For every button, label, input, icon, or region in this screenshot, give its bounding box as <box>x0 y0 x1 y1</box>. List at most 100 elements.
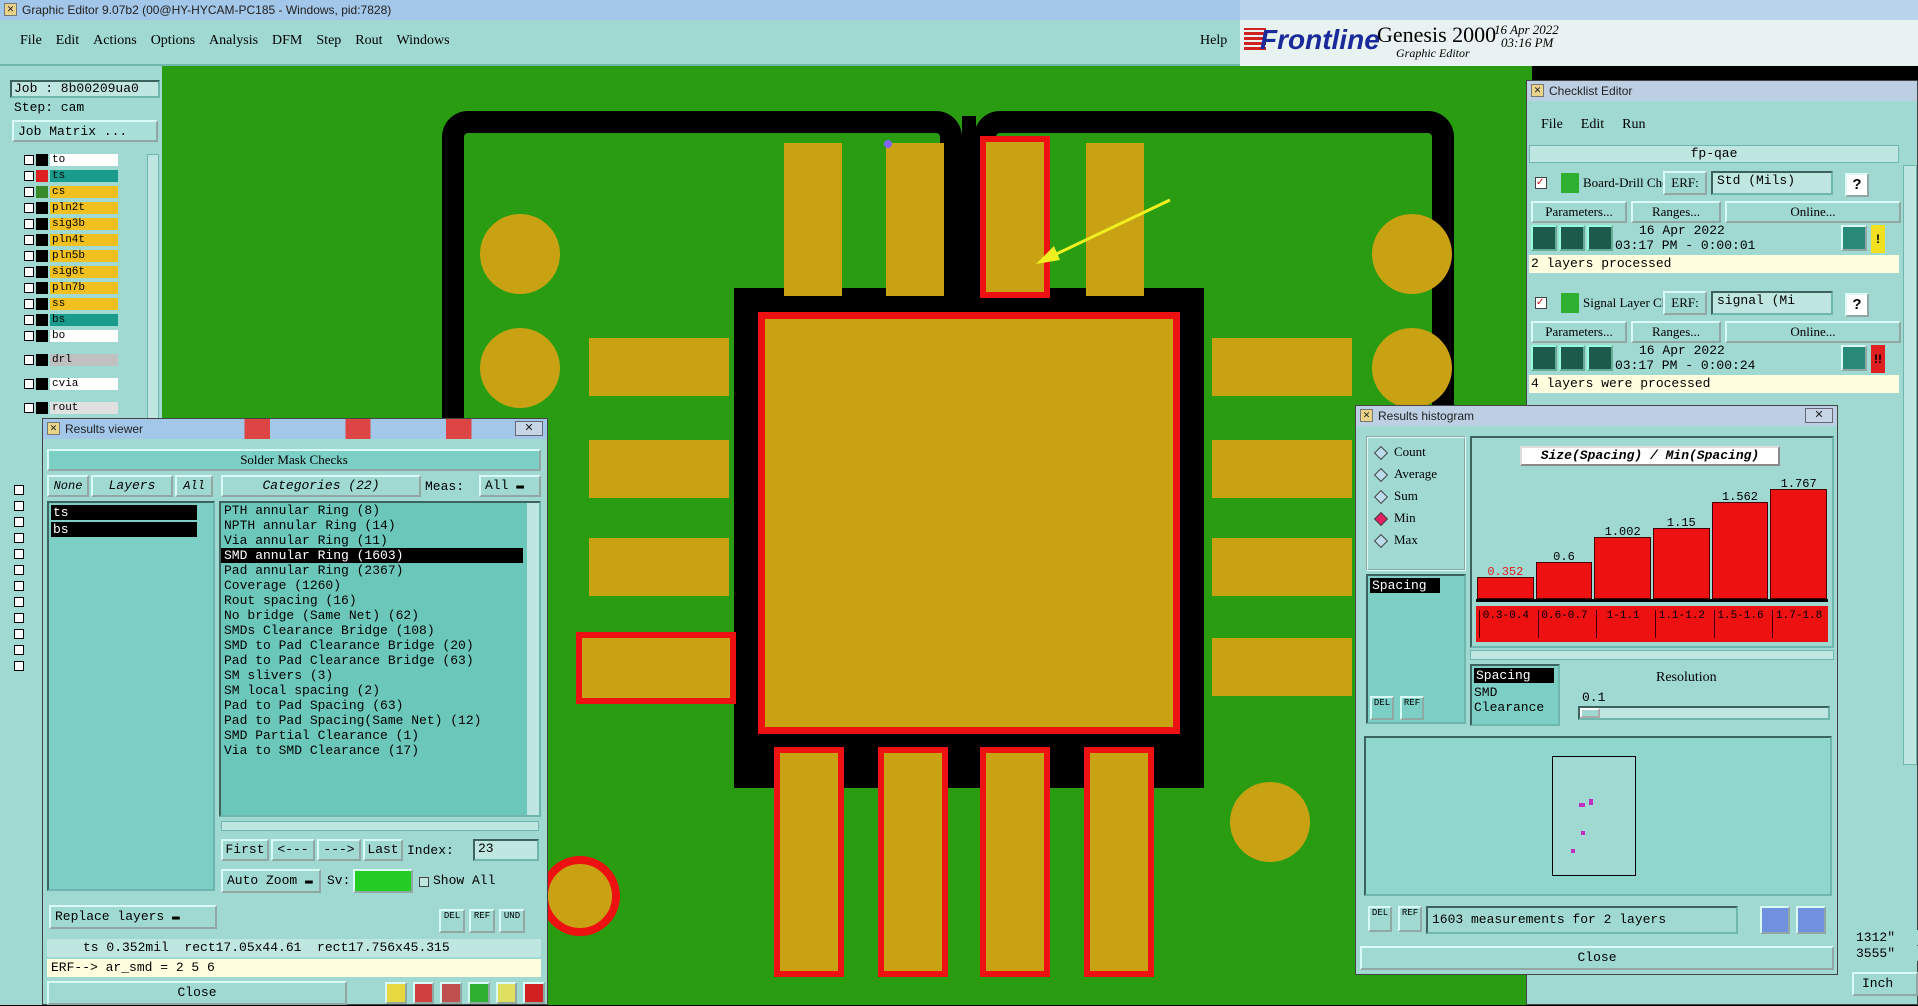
hist-del-button-2[interactable]: DEL <box>1368 906 1392 932</box>
selected-layer[interactable]: bs <box>51 522 197 537</box>
all-layers-button[interactable]: All <box>175 475 213 497</box>
layers-list[interactable]: ts bs <box>47 501 215 891</box>
category-item[interactable]: Pad to Pad Spacing(Same Net) (12) <box>221 713 523 728</box>
hist-ref-button-2[interactable]: REF <box>1398 906 1422 932</box>
layer-name[interactable]: cs <box>50 186 118 198</box>
radio-max[interactable]: Max <box>1370 532 1460 550</box>
help-button[interactable]: ? <box>1845 293 1869 317</box>
layer-checkbox[interactable] <box>24 379 34 389</box>
categories-button[interactable]: Categories (22) <box>221 475 421 497</box>
layer-name[interactable]: pln4t <box>50 234 118 246</box>
run-icon[interactable] <box>1531 345 1557 371</box>
group-item[interactable]: SMD <box>1472 685 1558 700</box>
histogram-close-icon[interactable]: ✕ <box>1805 408 1833 423</box>
job-matrix-button[interactable]: Job Matrix ... <box>12 120 158 142</box>
layer-checkbox[interactable] <box>24 267 34 277</box>
layer-checkbox[interactable] <box>14 661 24 671</box>
category-item[interactable]: Coverage (1260) <box>221 578 523 593</box>
delete-tool-icon[interactable] <box>412 982 435 1004</box>
layer-color-swatch[interactable] <box>36 154 48 166</box>
index-input[interactable]: 23 <box>473 839 539 861</box>
category-item[interactable]: Rout spacing (16) <box>221 593 523 608</box>
layer-row-ss[interactable]: ss <box>24 298 118 310</box>
layer-color-swatch[interactable] <box>36 282 48 294</box>
hist-ref-button[interactable]: REF <box>1400 696 1424 720</box>
layer-checkbox[interactable] <box>24 251 34 261</box>
layer-checkbox[interactable] <box>24 219 34 229</box>
results-viewer-close-icon[interactable]: ✕ <box>515 421 543 436</box>
layer-row-cvia[interactable]: cvia <box>24 378 118 390</box>
action-name[interactable]: Board-Drill Che <box>1583 175 1663 191</box>
category-item[interactable]: SMD to Pad Clearance Bridge (20) <box>221 638 523 653</box>
checklist-scrollbar[interactable] <box>1903 165 1917 765</box>
radio-count[interactable]: Count <box>1370 444 1460 462</box>
histogram-close-button[interactable]: Close <box>1360 946 1834 970</box>
layer-row-ts[interactable]: ts <box>24 170 118 182</box>
layer-checkbox[interactable] <box>24 355 34 365</box>
layer-color-swatch[interactable] <box>36 354 48 366</box>
layer-row-bo[interactable]: bo <box>24 330 118 342</box>
radio-average[interactable]: Average <box>1370 466 1460 484</box>
layer-row-cs[interactable]: cs <box>24 186 118 198</box>
layer-row-pln7b[interactable]: pln7b <box>24 282 118 294</box>
run-icon[interactable] <box>1531 225 1557 251</box>
online-button[interactable]: Online... <box>1725 201 1901 223</box>
units-dropdown[interactable]: Inch <box>1852 972 1918 996</box>
layer-color-swatch[interactable] <box>36 298 48 310</box>
category-item[interactable]: Pad to Pad Clearance Bridge (63) <box>221 653 523 668</box>
ranges-button[interactable]: Ranges... <box>1631 321 1721 343</box>
category-item[interactable]: PTH annular Ring (8) <box>221 503 523 518</box>
layer-checkbox[interactable] <box>14 581 24 591</box>
help-menu[interactable]: Help <box>1200 33 1227 49</box>
layer-checkbox[interactable] <box>14 485 24 495</box>
export-icon[interactable] <box>1760 906 1790 934</box>
zoom-icon[interactable] <box>1841 225 1867 251</box>
layer-name[interactable]: pln2t <box>50 202 118 214</box>
layer-checkbox[interactable] <box>24 187 34 197</box>
resolution-slider[interactable] <box>1578 706 1830 720</box>
layer-checkbox[interactable] <box>14 517 24 527</box>
prev-button[interactable]: <--- <box>271 839 315 861</box>
category-item[interactable]: SMD annular Ring (1603) <box>221 548 523 563</box>
radio-min[interactable]: Min <box>1370 510 1460 528</box>
layer-color-swatch[interactable] <box>36 186 48 198</box>
help-button[interactable]: ? <box>1845 173 1869 197</box>
layer-checkbox[interactable] <box>24 299 34 309</box>
layer-color-swatch[interactable] <box>36 250 48 262</box>
category-item[interactable]: NPTH annular Ring (14) <box>221 518 523 533</box>
action-name[interactable]: Signal Layer Ch <box>1583 295 1663 311</box>
sv-color-dropdown[interactable] <box>353 869 413 893</box>
last-button[interactable]: Last <box>363 839 403 861</box>
category-item[interactable]: No bridge (Same Net) (62) <box>221 608 523 623</box>
layer-color-swatch[interactable] <box>36 330 48 342</box>
layer-row-pln2t[interactable]: pln2t <box>24 202 118 214</box>
action-checkbox[interactable]: ✓ <box>1535 177 1547 189</box>
layer-row-bs[interactable]: bs <box>24 314 118 326</box>
layer-checkbox[interactable] <box>14 549 24 559</box>
window-icon[interactable] <box>1796 906 1826 934</box>
next-button[interactable]: ---> <box>317 839 361 861</box>
parameters-button[interactable]: Parameters... <box>1531 201 1627 223</box>
selected-layer[interactable]: ts <box>51 505 197 520</box>
layer-name[interactable]: pln5b <box>50 250 118 262</box>
erf-value[interactable]: signal (Mi <box>1711 291 1833 315</box>
layer-row-sig6t[interactable]: sig6t <box>24 266 118 278</box>
layer-row-sig3b[interactable]: sig3b <box>24 218 118 230</box>
layer-checkbox[interactable] <box>14 565 24 575</box>
group-list[interactable]: Spacing SMD Clearance <box>1470 664 1560 726</box>
none-button[interactable]: None <box>47 475 89 497</box>
categories-scrollbar[interactable] <box>527 503 539 815</box>
cross-tool-icon[interactable] <box>440 982 463 1004</box>
layer-color-swatch[interactable] <box>36 314 48 326</box>
layer-checkbox[interactable] <box>14 533 24 543</box>
layer-color-swatch[interactable] <box>36 378 48 390</box>
run-step-icon[interactable] <box>1559 225 1585 251</box>
layer-checkbox[interactable] <box>14 597 24 607</box>
swap-tool-icon[interactable] <box>468 982 490 1004</box>
layer-row-rout[interactable]: rout <box>24 402 118 414</box>
layer-name[interactable]: rout <box>50 402 118 414</box>
categories-list[interactable]: PTH annular Ring (8) NPTH annular Ring (1… <box>219 501 541 817</box>
menu-dfm[interactable]: DFM <box>272 33 302 49</box>
parameters-button[interactable]: Parameters... <box>1531 321 1627 343</box>
categories-hscrollbar[interactable] <box>221 821 539 831</box>
